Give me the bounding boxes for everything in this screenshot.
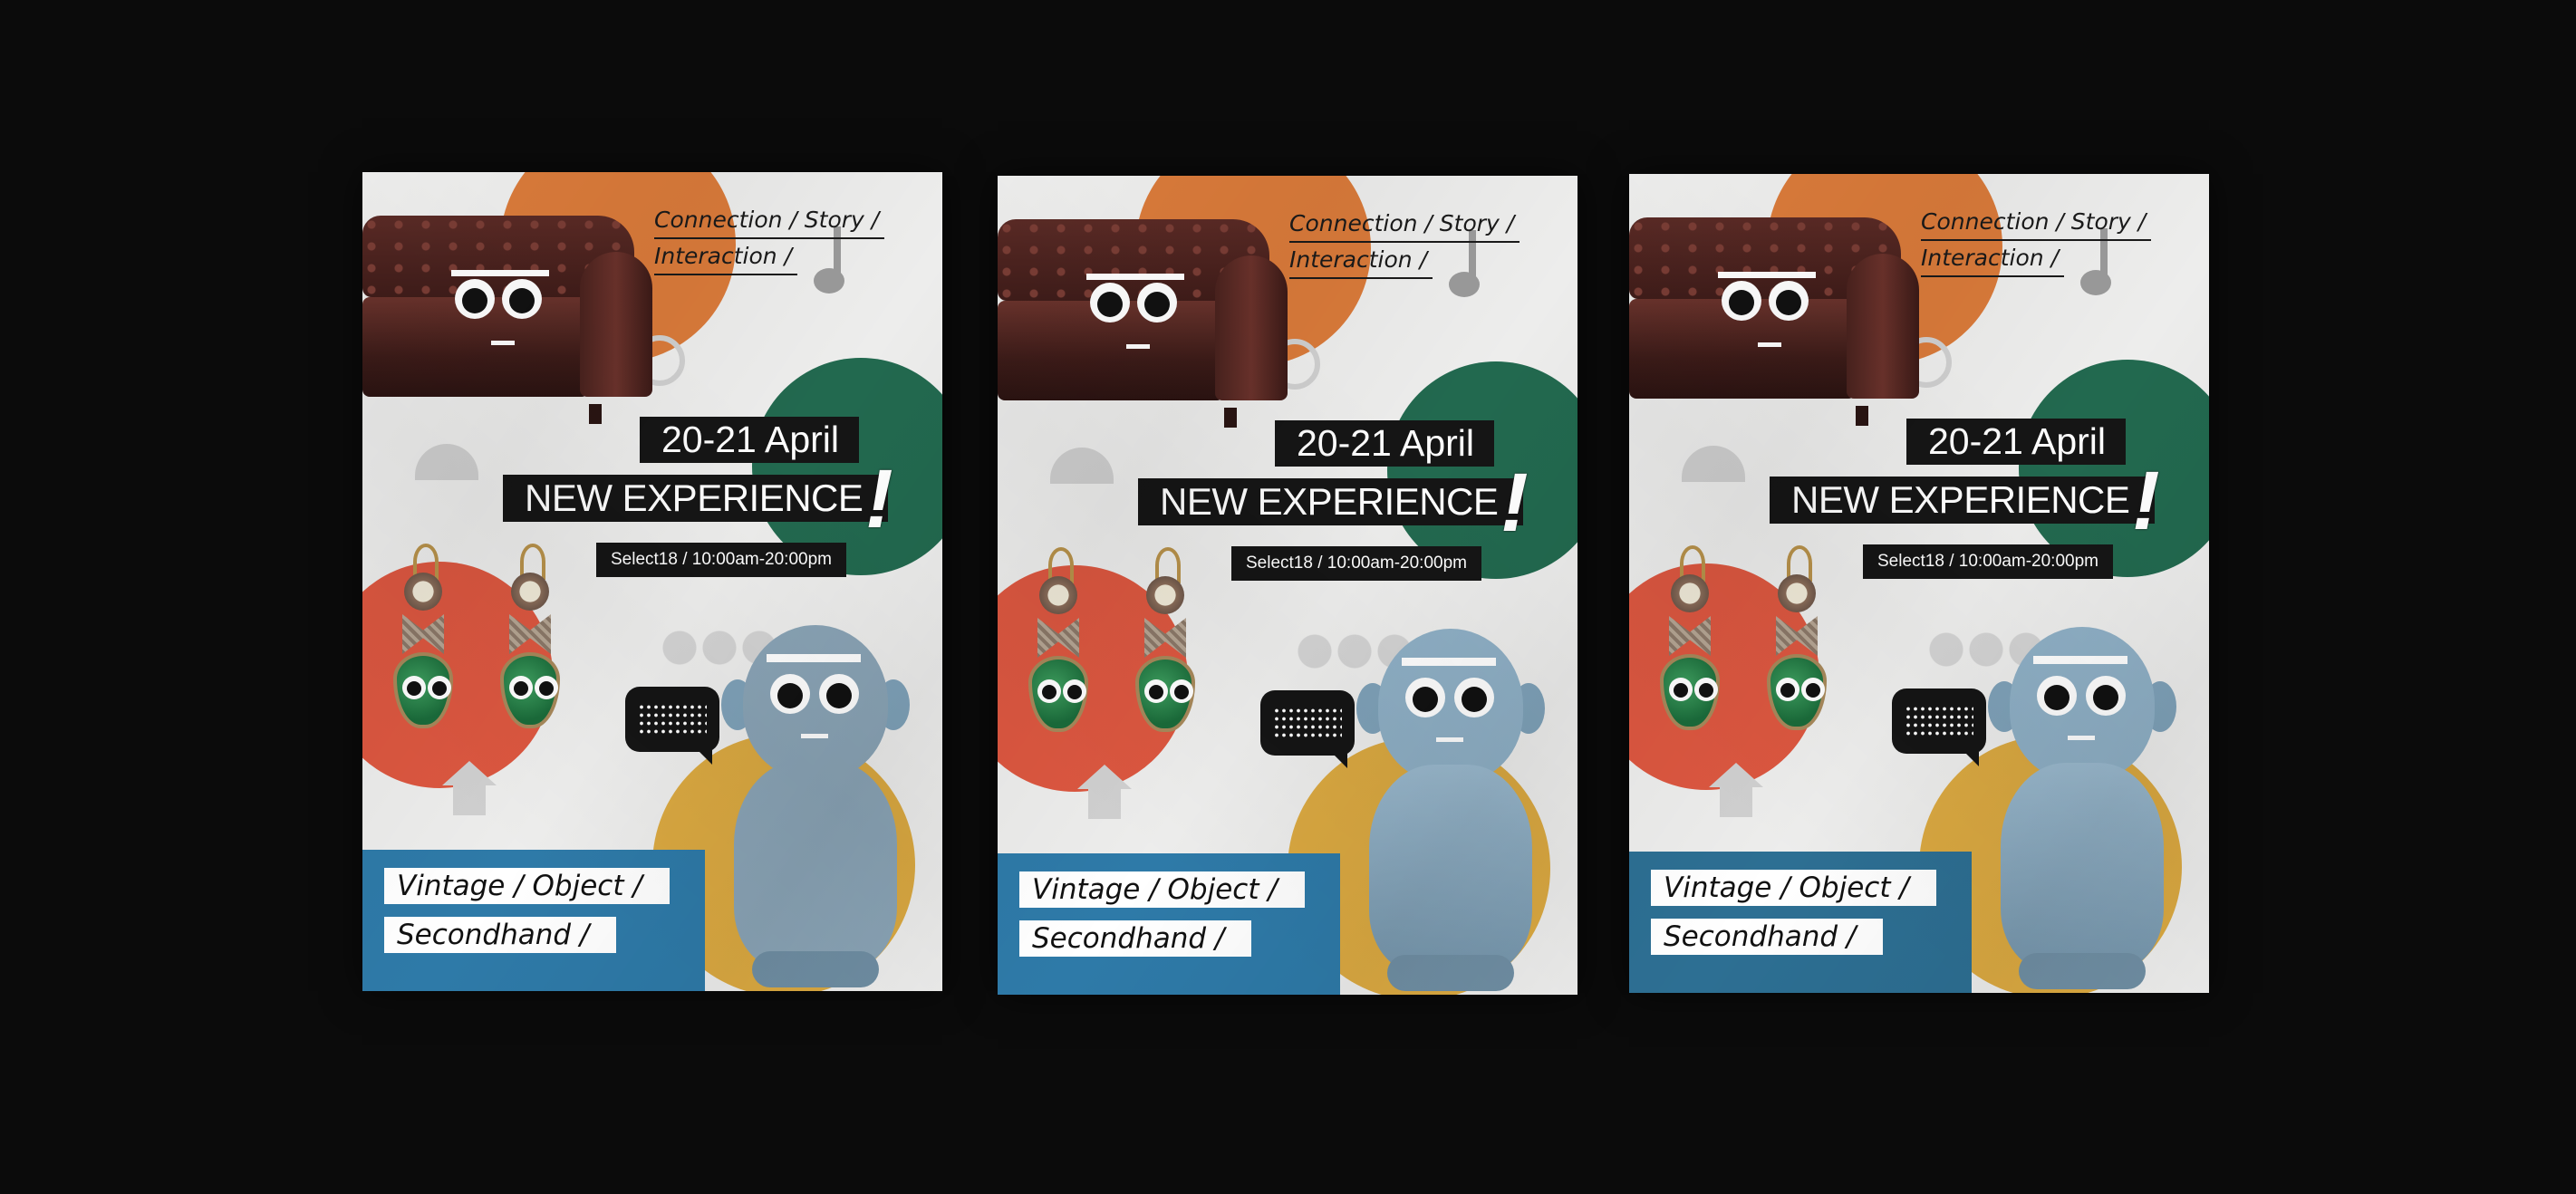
event-date: 20-21 April [640, 417, 860, 463]
category-line-1: Vintage / Object / [1019, 871, 1305, 908]
exclamation-mark: ! [1500, 457, 1529, 549]
exclamation-mark: ! [2132, 455, 2160, 547]
event-details: Select18 / 10:00am-20:00pm [1863, 544, 2113, 579]
lamp-icon [1682, 446, 1745, 482]
leather-sofa-image [362, 216, 652, 424]
speech-bubble-icon [1892, 688, 1986, 766]
event-headline: NEW EXPERIENCE [1770, 477, 2156, 524]
earring-right-image [1135, 547, 1195, 737]
tagline-line-2: Interaction / [654, 239, 798, 275]
event-headline: NEW EXPERIENCE [503, 475, 889, 522]
tagline-line-2: Interaction / [1289, 243, 1433, 279]
tagline-line-1: Connection / Story / [1289, 207, 1520, 243]
figurine-image [716, 625, 915, 991]
tagline-line-1: Connection / Story / [654, 203, 885, 239]
event-details: Select18 / 10:00am-20:00pm [1231, 546, 1481, 581]
figurine-image [1351, 629, 1550, 995]
tagline: Connection / Story / Interaction / [1921, 205, 2152, 277]
earring-right-image [1767, 545, 1827, 736]
event-headline: NEW EXPERIENCE [1138, 478, 1524, 525]
category-line-2: Secondhand / [384, 917, 617, 953]
poster-1: Connection / Story / Interaction / 20-21… [362, 172, 942, 991]
event-details: Select18 / 10:00am-20:00pm [596, 543, 846, 577]
leather-sofa-image [998, 219, 1288, 428]
tagline-line-2: Interaction / [1921, 241, 2065, 277]
event-date: 20-21 April [1275, 420, 1495, 467]
poster-3: Connection / Story / Interaction / 20-21… [1629, 174, 2209, 993]
category-line-1: Vintage / Object / [384, 868, 670, 904]
event-date: 20-21 April [1906, 419, 2127, 465]
leather-sofa-image [1629, 217, 1919, 426]
category-line-2: Secondhand / [1651, 919, 1884, 955]
category-line-2: Secondhand / [1019, 920, 1252, 957]
lamp-icon [415, 444, 478, 480]
speech-bubble-icon [625, 687, 719, 765]
earring-left-image [1660, 545, 1720, 736]
earring-right-image [500, 544, 560, 734]
category-line-1: Vintage / Object / [1651, 870, 1936, 906]
tagline: Connection / Story / Interaction / [654, 203, 885, 275]
speech-bubble-icon [1260, 690, 1355, 768]
lamp-icon [1050, 448, 1114, 484]
exclamation-mark: ! [865, 453, 893, 545]
figurine-image [1983, 627, 2182, 993]
tagline: Connection / Story / Interaction / [1289, 207, 1520, 279]
earring-left-image [393, 544, 453, 734]
poster-mockup-stage: Connection / Story / Interaction / 20-21… [0, 0, 2576, 1194]
tagline-line-1: Connection / Story / [1921, 205, 2152, 241]
earring-left-image [1028, 547, 1088, 737]
poster-2: Connection / Story / Interaction / 20-21… [998, 176, 1577, 995]
